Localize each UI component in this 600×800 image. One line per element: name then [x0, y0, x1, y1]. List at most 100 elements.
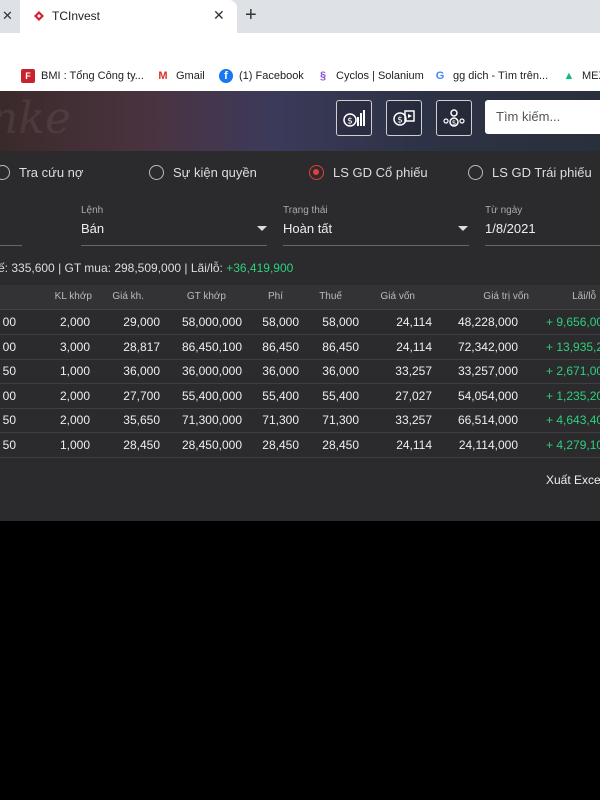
bookmarks-bar: F BMI : Tổng Công ty... M Gmail f (1) Fa… — [0, 61, 600, 92]
bookmark-gmail[interactable]: M Gmail — [156, 68, 205, 84]
cell-qty: 1,000 — [59, 364, 90, 378]
cell-qty: 3,000 — [59, 339, 90, 354]
cell-pl: + 13,935,20 — [546, 339, 600, 354]
cell-cost: 24,114 — [396, 339, 432, 354]
buy-label: GT mua: — [64, 261, 111, 275]
cell-fee: 28,450 — [262, 437, 299, 452]
cell-fee: 58,000 — [262, 315, 299, 329]
cell-value: 58,000,000 — [181, 315, 242, 329]
radio-su-kien-quyen[interactable]: Sự kiện quyền — [149, 165, 257, 180]
cell-price: 28,450 — [123, 437, 160, 452]
advisor-button[interactable]: $ — [436, 100, 472, 136]
browser-tab-tcinvest[interactable]: TCInvest ✕ — [20, 0, 237, 33]
chevron-down-icon — [257, 226, 267, 231]
table-row[interactable]: 00 2,000 27,700 55,400,000 55,400 55,400 27,02… — [0, 384, 600, 409]
table-row[interactable]: 00 3,000 28,817 86,450,100 86,450 86,450 24,11… — [0, 335, 600, 360]
radio-label: Tra cứu nợ — [19, 165, 84, 180]
bookmark-label: MEX — [582, 70, 600, 82]
col-kl-khop[interactable]: KL khớp — [55, 291, 92, 302]
search-input[interactable]: Tìm kiếm... — [485, 100, 600, 134]
bookmark-cyclos[interactable]: § Cyclos | Solanium — [316, 68, 424, 84]
bookmark-label: gg dich - Tìm trên... — [453, 70, 549, 82]
cell-partial: 50 — [2, 364, 16, 378]
field-underline — [81, 245, 267, 246]
col-gt-khop[interactable]: GT khớp — [187, 291, 226, 302]
banner-decoration: nke — [0, 93, 72, 144]
col-gia-tri-von[interactable]: Giá trị vốn — [483, 291, 529, 302]
cell-cost-value: 66,514,000 — [457, 413, 518, 427]
chevron-down-icon — [458, 226, 468, 231]
radio-circle — [0, 165, 10, 180]
tcinvest-favicon-icon — [34, 11, 44, 21]
cell-fee: 36,000 — [262, 364, 299, 378]
from-date-field[interactable]: Từ ngày 1/8/2021 — [485, 205, 600, 246]
bookmark-gg-dich[interactable]: G gg dich - Tìm trên... — [433, 68, 548, 84]
field-underline — [485, 245, 600, 246]
table-row[interactable]: 50 1,000 36,000 36,000,000 36,000 36,000 33,25… — [0, 359, 600, 384]
search-placeholder: Tìm kiếm... — [496, 109, 561, 124]
cell-price: 35,650 — [123, 413, 160, 427]
cell-value: 71,300,000 — [181, 413, 242, 427]
money-transfer-button[interactable]: $ — [386, 100, 422, 136]
cell-cost-value: 33,257,000 — [457, 364, 518, 378]
bookmark-bmi[interactable]: F BMI : Tổng Công ty... — [21, 68, 144, 84]
radio-circle — [149, 165, 164, 180]
cell-pl: + 9,656,00 — [546, 315, 600, 329]
radio-tra-cuu-no[interactable]: Tra cứu nợ — [0, 165, 83, 180]
cell-tax: 36,000 — [322, 364, 359, 378]
solanium-icon: § — [319, 70, 327, 82]
tab-close-icon[interactable]: ✕ — [213, 7, 225, 24]
bookmark-label: Cyclos | Solanium — [336, 70, 424, 82]
cell-pl: + 2,671,00 — [546, 364, 600, 378]
bookmark-label: Gmail — [176, 70, 205, 82]
browser-tab-strip: ✕ TCInvest ✕ + — [0, 0, 600, 33]
pl-value: +36,419,900 — [226, 261, 294, 275]
cell-price: 29,000 — [123, 315, 160, 329]
cell-cost-value: 54,054,000 — [457, 388, 518, 403]
col-lai-lo[interactable]: Lãi/lỗ — [572, 291, 596, 302]
market-chart-button[interactable]: $ — [336, 100, 372, 136]
tab-title: TCInvest — [52, 9, 101, 23]
cell-qty: 1,000 — [59, 437, 90, 452]
new-tab-plus-icon[interactable]: + — [245, 4, 257, 27]
order-type-value: Bán — [81, 221, 105, 236]
bookmark-facebook[interactable]: f (1) Facebook — [219, 68, 304, 84]
cell-tax: 58,000 — [322, 315, 359, 329]
gmail-icon: M — [158, 70, 168, 82]
from-date-label: Từ ngày — [485, 205, 523, 216]
table-row[interactable]: 50 2,000 35,650 71,300,000 71,300 71,300 33,25… — [0, 408, 600, 433]
radio-ls-gd-co-phieu[interactable]: LS GD Cổ phiếu — [309, 165, 428, 180]
facebook-icon: f — [219, 69, 233, 83]
bookmark-mex[interactable]: ▲ MEX — [562, 68, 600, 84]
table-row[interactable]: 00 2,000 29,000 58,000,000 58,000 58,000 24,11… — [0, 310, 600, 335]
cell-tax: 28,450 — [322, 437, 359, 452]
money-video-icon: $ — [393, 110, 415, 126]
col-gia-von[interactable]: Giá vốn — [381, 291, 415, 302]
cell-partial: 00 — [2, 315, 16, 329]
export-excel-button[interactable]: Xuất Exce — [546, 473, 600, 487]
col-phi[interactable]: Phí — [268, 291, 283, 302]
table-row[interactable]: 50 1,000 28,450 28,450,000 28,450 28,450 24,11… — [0, 433, 600, 458]
status-select[interactable]: Trạng thái Hoàn tất — [283, 205, 469, 246]
cell-tax: 71,300 — [322, 413, 359, 427]
previous-tab-close-icon[interactable]: ✕ — [2, 8, 13, 24]
radio-label: LS GD Cổ phiếu — [333, 165, 428, 180]
field-underline — [0, 245, 22, 246]
cell-fee: 55,400 — [262, 388, 299, 403]
cell-value: 55,400,000 — [181, 388, 242, 403]
col-gia-khop[interactable]: Giá kh. — [112, 291, 144, 302]
cell-qty: 2,000 — [59, 388, 90, 403]
svg-text:$: $ — [347, 117, 353, 127]
cell-qty: 2,000 — [59, 315, 90, 329]
radio-label: LS GD Trái phiếu — [492, 165, 592, 180]
cell-tax: 55,400 — [322, 388, 359, 403]
table-header: KL khớp Giá kh. GT khớp Phí Thuế Giá vốn… — [0, 285, 600, 310]
cell-partial: 00 — [2, 339, 16, 354]
cell-cost: 33,257 — [395, 364, 432, 378]
status-value: Hoàn tất — [283, 221, 333, 236]
status-label: Trạng thái — [283, 205, 328, 216]
col-thue[interactable]: Thuế — [319, 291, 342, 302]
google-icon: G — [435, 70, 445, 82]
radio-ls-gd-trai-phieu[interactable]: LS GD Trái phiếu — [468, 165, 592, 180]
order-type-select[interactable]: Lệnh Bán — [81, 205, 267, 246]
